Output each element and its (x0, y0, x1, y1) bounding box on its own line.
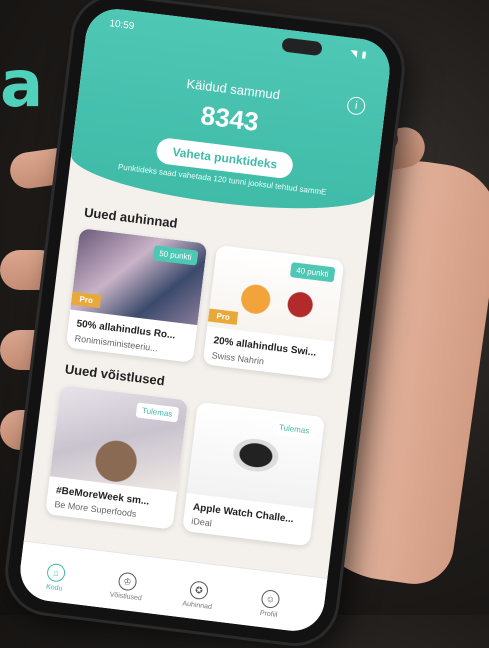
profile-icon: ☺ (260, 589, 281, 610)
reward-card[interactable]: 50 punkti Pro 50% allahindlus Ro... Roni… (65, 228, 208, 363)
competition-card[interactable]: Tulemas #BeMoreWeek sm... Be More Superf… (45, 384, 189, 530)
rewards-section-title: Uued auhinnad (83, 204, 179, 231)
tab-label: Kodu (45, 583, 63, 593)
steps-header: 10:59 ◥ ▮ i Käidud sammud 8343 Vaheta pu… (67, 5, 394, 222)
status-icons: ◥ ▮ (349, 47, 369, 60)
tab-home[interactable]: ⌂ Kodu (24, 560, 87, 595)
tab-rewards[interactable]: ✪ Auhinnad (167, 578, 230, 613)
award-icon: ✪ (188, 580, 210, 601)
bottom-tab-bar: ⌂ Kodu ♔ Võistlused ✪ Auhinnad ☺ Profiil (16, 540, 328, 635)
app-screen: 10:59 ◥ ▮ i Käidud sammud 8343 Vaheta pu… (16, 5, 394, 635)
trophy-icon: ♔ (117, 571, 138, 592)
home-icon: ⌂ (46, 562, 67, 583)
status-time: 10:59 (108, 18, 135, 33)
reward-image (207, 244, 345, 342)
tab-competitions[interactable]: ♔ Võistlused (95, 569, 158, 604)
brand-text: a (0, 48, 45, 122)
tab-profile[interactable]: ☺ Profiil (238, 586, 301, 621)
competition-card[interactable]: Tulemas Apple Watch Challe... iDeal (182, 401, 326, 547)
tab-label: Profiil (259, 609, 278, 619)
reward-image (70, 228, 208, 326)
reward-card[interactable]: 40 punkti Pro 20% allahindlus Swi... Swi… (202, 244, 345, 380)
camera-cutout (281, 37, 323, 57)
tab-label: Võistlused (109, 591, 143, 603)
competition-image (186, 401, 326, 509)
competition-image (49, 384, 189, 492)
tab-label: Auhinnad (182, 600, 213, 611)
competitions-section-title: Uued võistlused (64, 361, 166, 389)
